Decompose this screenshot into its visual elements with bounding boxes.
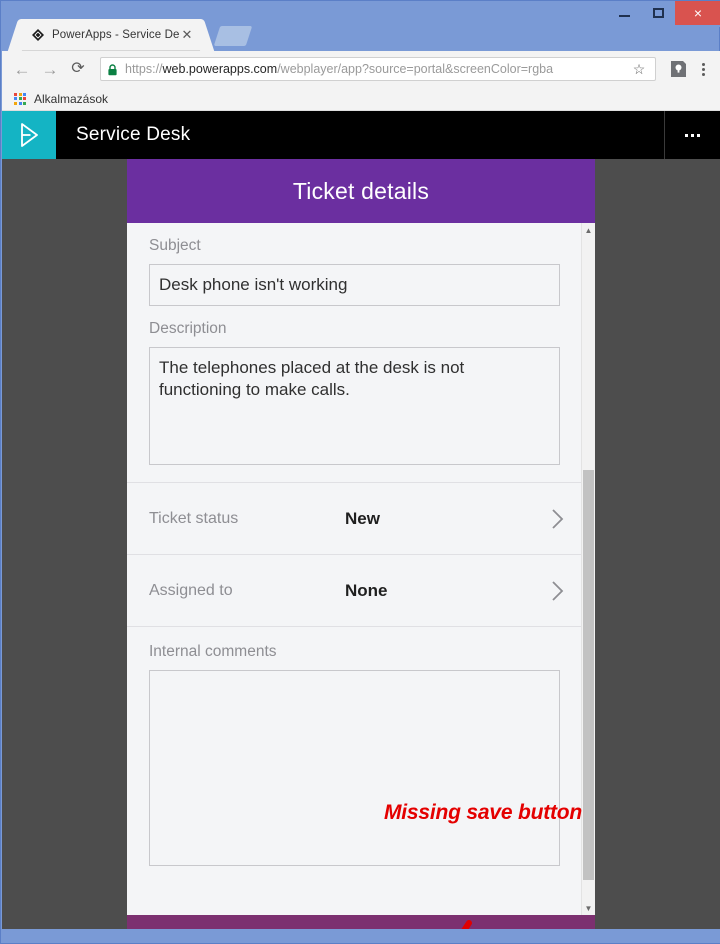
lock-icon [107, 63, 118, 76]
tab-strip: PowerApps - Service Des ✕ [1, 19, 720, 51]
powerapps-favicon [31, 28, 45, 42]
browser-window: × PowerApps - Service Des ✕ ← → ⟳ https:… [0, 0, 720, 944]
ticket-status-value: New [345, 508, 380, 528]
forward-arrow-icon: → [41, 59, 59, 79]
close-icon: × [693, 5, 703, 21]
app-menu-dot-3 [697, 133, 700, 137]
url-text: https://web.powerapps.com/webplayer/app?… [125, 62, 629, 76]
app-menu-dot-2 [691, 133, 694, 137]
annotation-missing-save-button: Missing save button [384, 801, 583, 824]
subject-input[interactable]: Desk phone isn't working [149, 264, 560, 306]
app-viewport: Service Desk Ticket details Subject Desk… [2, 111, 720, 931]
internal-comments-input[interactable] [149, 670, 560, 866]
address-bar[interactable]: https://web.powerapps.com/webplayer/app?… [100, 57, 656, 81]
ticket-status-label: Ticket status [149, 509, 239, 527]
description-input[interactable]: The telephones placed at the desk is not… [149, 347, 560, 465]
extension-icon [670, 61, 686, 77]
field-internal-comments: Internal comments [127, 627, 582, 866]
menu-dot-1 [701, 62, 705, 66]
minimize-icon [618, 15, 630, 17]
menu-dot-3 [701, 72, 705, 76]
tab-close-icon[interactable]: ✕ [179, 27, 195, 43]
powerapps-play-logo [21, 123, 38, 147]
row-ticket-status[interactable]: Ticket status New [127, 483, 582, 555]
url-path: /webplayer/app?source=portal&screenColor… [277, 62, 554, 76]
field-description: Description The telephones placed at the… [127, 306, 582, 465]
powerapps-logo-tile[interactable] [2, 111, 56, 159]
internal-comments-label: Internal comments [149, 643, 277, 660]
app-menu-dot-1 [685, 133, 688, 137]
back-button[interactable]: ← [8, 55, 36, 83]
assigned-to-value: None [345, 580, 388, 600]
scroll-up-arrow-icon[interactable]: ▲ [582, 223, 595, 237]
window-bottom-edge [1, 929, 720, 943]
tab-title: PowerApps - Service Des [52, 29, 179, 41]
panel-scrollbar[interactable]: ▲ ▼ [581, 223, 595, 915]
description-label: Description [149, 320, 227, 337]
screenshot-root: × PowerApps - Service Des ✕ ← → ⟳ https:… [0, 0, 720, 944]
panel-title: Ticket details [127, 159, 595, 223]
bookmarks-bar: Alkalmazások [2, 87, 720, 111]
new-tab-button[interactable] [213, 26, 253, 46]
apps-grid-icon[interactable] [14, 92, 26, 105]
scrollbar-thumb[interactable] [583, 470, 594, 880]
back-arrow-icon: ← [13, 59, 31, 79]
chevron-right-icon[interactable] [544, 508, 570, 530]
app-title: Service Desk [76, 124, 191, 145]
reload-icon: ⟳ [71, 60, 85, 77]
browser-tab-powerapps[interactable]: PowerApps - Service Des ✕ [21, 19, 201, 51]
assigned-to-label: Assigned to [149, 581, 233, 599]
reload-button[interactable]: ⟳ [64, 55, 92, 83]
menu-dot-2 [701, 67, 705, 71]
app-header: Service Desk [2, 111, 720, 159]
scroll-down-arrow-icon[interactable]: ▼ [582, 901, 595, 915]
extension-button[interactable] [666, 56, 690, 82]
url-host: web.powerapps.com [162, 62, 278, 76]
field-subject: Subject Desk phone isn't working [127, 223, 582, 306]
browser-menu-button[interactable] [692, 56, 714, 82]
bookmark-star-icon[interactable]: ☆ [629, 59, 649, 79]
app-overflow-menu[interactable] [664, 111, 720, 159]
subject-label: Subject [149, 237, 201, 254]
row-assigned-to[interactable]: Assigned to None [127, 555, 582, 627]
forward-button[interactable]: → [36, 55, 64, 83]
url-scheme: https:// [125, 62, 163, 76]
maximize-icon [652, 8, 664, 18]
bookmark-item-apps[interactable]: Alkalmazások [34, 92, 108, 106]
chevron-right-icon[interactable] [544, 580, 570, 602]
browser-toolbar: ← → ⟳ https://web.powerapps.com/webplaye… [2, 51, 720, 87]
